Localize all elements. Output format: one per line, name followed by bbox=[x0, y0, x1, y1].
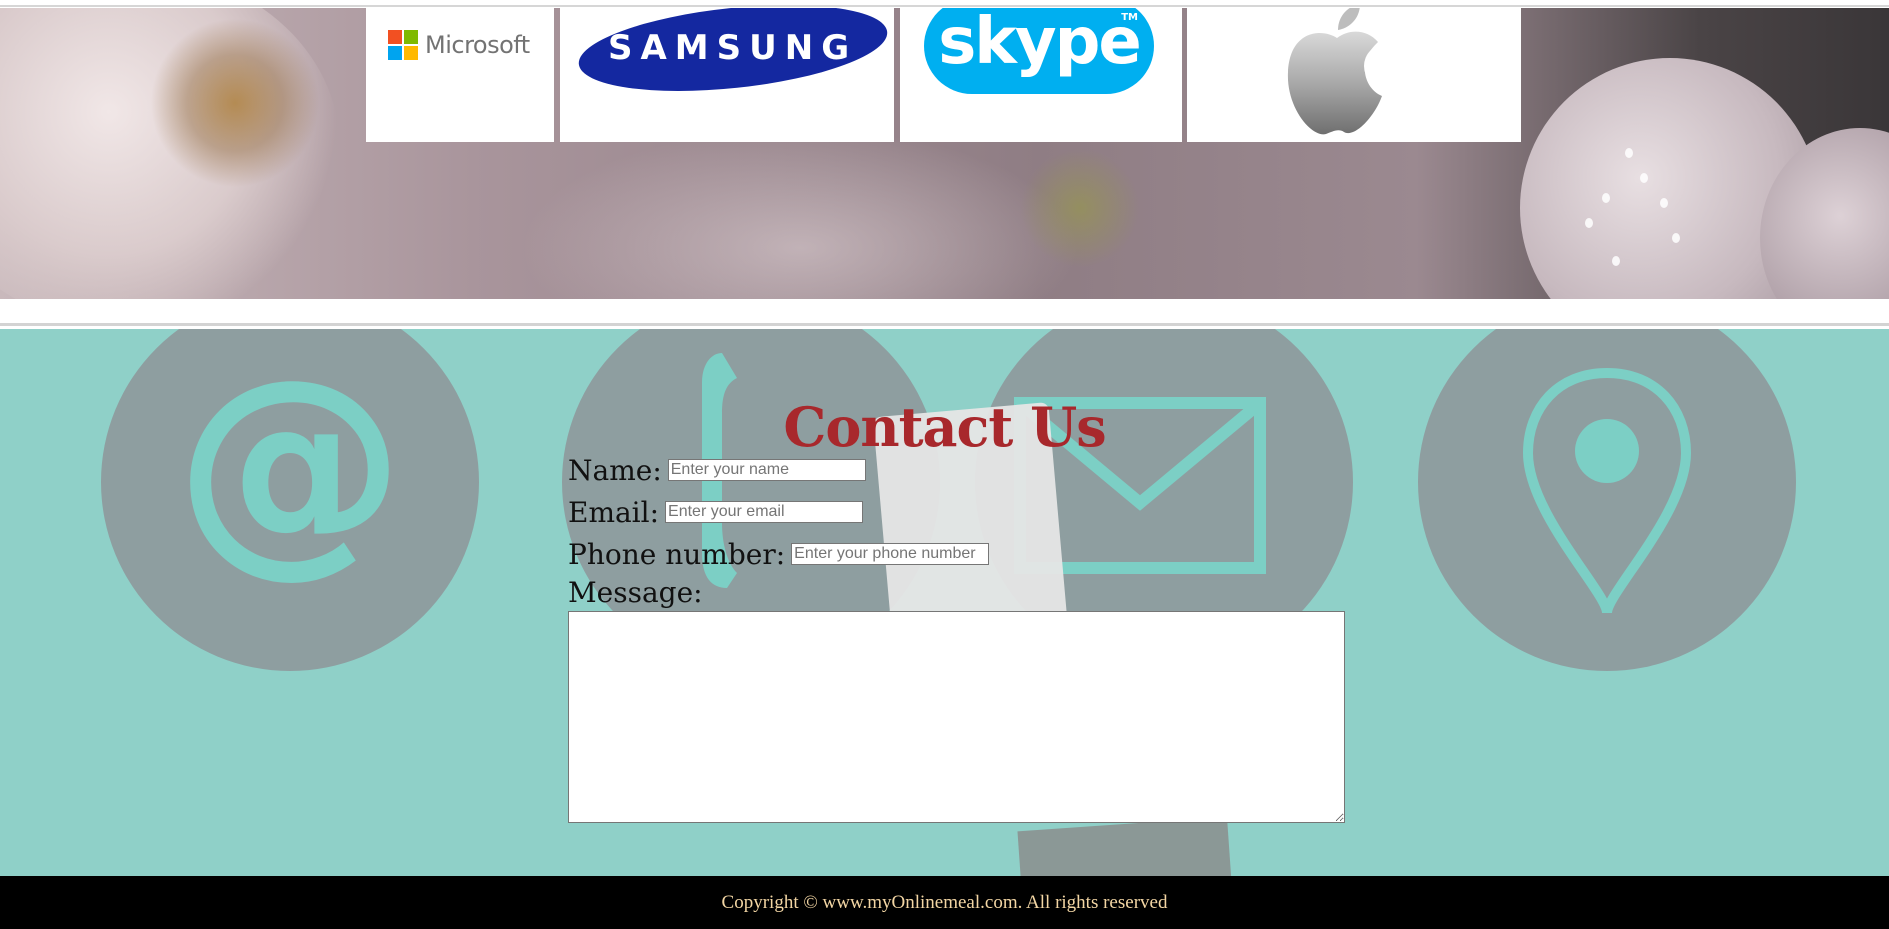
email-row: Email: bbox=[568, 491, 1345, 533]
skype-logo: skype TM bbox=[924, 8, 1154, 94]
phone-row: Phone number: bbox=[568, 533, 1345, 575]
svg-text:@: @ bbox=[175, 331, 405, 598]
copyright-text: Copyright © www.myOnlinemeal.com. All ri… bbox=[721, 891, 1168, 913]
skype-logo-card[interactable]: skype TM bbox=[900, 8, 1182, 142]
partner-banner: Microsoft SAMSUNG skype TM bbox=[0, 8, 1889, 299]
water-drop bbox=[1672, 233, 1680, 243]
microsoft-wordmark: Microsoft bbox=[425, 31, 530, 59]
samsung-logo-card[interactable]: SAMSUNG bbox=[560, 8, 894, 142]
microsoft-logo-card[interactable]: Microsoft bbox=[366, 8, 554, 142]
water-drop bbox=[1602, 193, 1610, 203]
phone-input[interactable] bbox=[791, 543, 990, 565]
flower-blur-center bbox=[520, 128, 1080, 299]
name-row: Name: bbox=[568, 449, 1345, 491]
message-textarea[interactable] bbox=[568, 611, 1345, 823]
skype-trademark: TM bbox=[1121, 12, 1138, 23]
skype-wordmark: skype bbox=[938, 8, 1142, 79]
phone-label: Phone number: bbox=[568, 537, 786, 571]
section-divider bbox=[0, 299, 1889, 326]
apple-logo-card[interactable] bbox=[1187, 8, 1521, 142]
microsoft-squares-icon bbox=[388, 30, 418, 60]
microsoft-logo: Microsoft bbox=[388, 30, 530, 60]
footer: Copyright © www.myOnlinemeal.com. All ri… bbox=[0, 876, 1889, 929]
water-drop bbox=[1585, 218, 1593, 228]
top-divider bbox=[0, 0, 1889, 7]
location-pin-icon bbox=[1418, 329, 1796, 671]
contact-form: Name: Email: Phone number: Message: bbox=[568, 449, 1345, 823]
email-label: Email: bbox=[568, 495, 660, 529]
name-label: Name: bbox=[568, 453, 662, 487]
at-icon: @ bbox=[101, 329, 479, 671]
water-drop bbox=[1640, 173, 1648, 183]
sleeve-illustration bbox=[1017, 816, 1233, 876]
water-drop bbox=[1612, 256, 1620, 266]
water-drop bbox=[1625, 148, 1633, 158]
contact-section: @ Contact Us Name: Email: Phone number: bbox=[0, 329, 1889, 876]
flower-stamens bbox=[150, 18, 320, 188]
email-input[interactable] bbox=[665, 501, 864, 523]
flower-stem-highlight bbox=[1020, 148, 1140, 268]
water-drop bbox=[1660, 198, 1668, 208]
samsung-logo: SAMSUNG bbox=[574, 8, 892, 104]
apple-logo-icon bbox=[1287, 8, 1392, 135]
name-input[interactable] bbox=[667, 459, 866, 481]
message-label: Message: bbox=[568, 576, 703, 609]
samsung-wordmark: SAMSUNG bbox=[608, 27, 858, 68]
